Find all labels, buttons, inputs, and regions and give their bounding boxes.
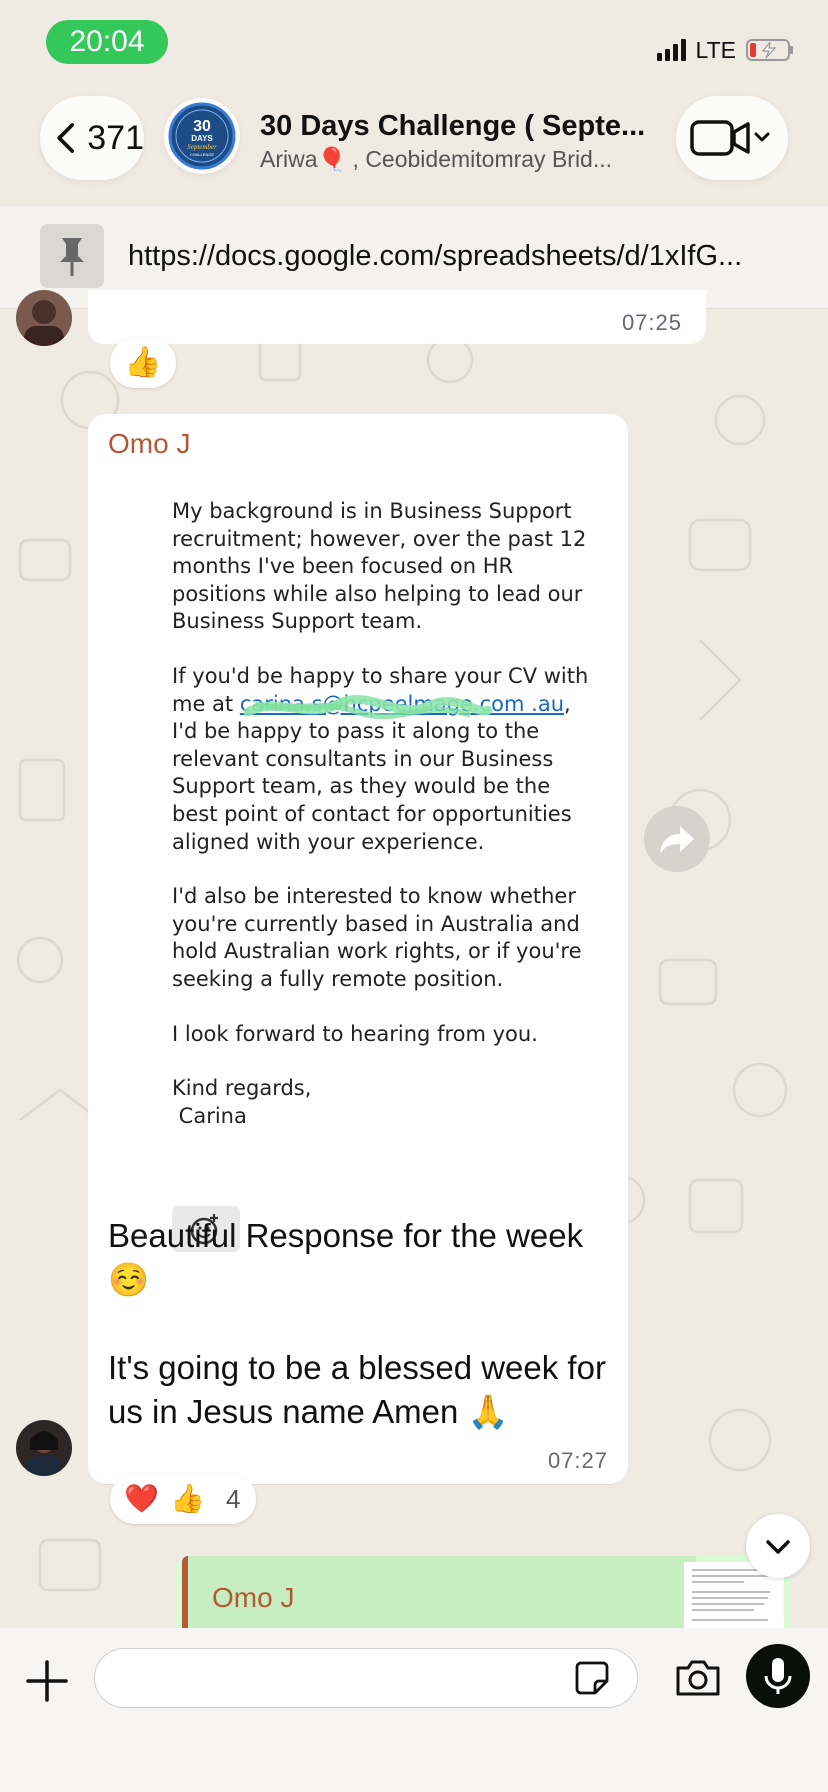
signal-icon [656,39,686,61]
message-composer [0,1628,828,1792]
thumbs-up-reaction: 👍 [170,1483,205,1514]
email-paragraph: I look forward to hearing from you. [172,1021,538,1046]
message-line: Beautiful Response for the week ☺️ [108,1217,584,1298]
battery-icon [746,39,793,61]
group-members[interactable]: Ariwa🎈 , Ceobidemitomray Brid... [260,146,660,173]
avatar-text-challenge: CHALLENGE [190,152,215,157]
email-signoff: Kind regards, Carina [172,1075,602,1130]
avatar-text-days: DAYS [191,134,213,143]
quoted-sender: Omo J [212,1582,295,1613]
message-text: Beautiful Response for the week ☺️ It's … [108,1214,608,1434]
message-reaction[interactable]: 👍 [110,338,176,388]
heart-reaction: ❤️ [124,1483,159,1514]
quoted-message[interactable]: Omo J [182,1556,696,1628]
avatar-text-30: 30 [193,118,211,135]
video-call-button[interactable] [676,96,788,180]
email-signoff-line: Carina [172,1103,247,1128]
forward-button[interactable] [644,806,710,872]
voice-message-button[interactable] [746,1644,810,1708]
plus-icon[interactable] [24,1658,70,1704]
message-input[interactable] [94,1648,638,1708]
outgoing-message-bubble[interactable]: Omo J [176,1556,790,1628]
image-attachment[interactable]: My background is in Business Support rec… [88,466,628,1252]
avatar-text-september: September [187,143,217,151]
unread-count: 371 [87,118,144,157]
chat-header: 371 30 DAYS September CHALLENGE 30 Days … [0,84,828,204]
message-bubble[interactable]: Omo J My background is in Business Suppo… [88,414,628,1484]
reaction-count: 4 [226,1484,241,1514]
previous-message-bubble[interactable]: 07:25 [88,290,706,344]
avatar[interactable] [16,290,72,346]
email-paragraph: I'd also be interested to know whether y… [172,884,582,991]
group-logo: 30 DAYS September CHALLENGE [168,102,236,170]
microphone-icon [764,1658,792,1694]
screenshot-email-text: My background is in Business Support rec… [172,498,602,1157]
scroll-to-bottom-button[interactable] [746,1514,810,1578]
message-line: It's going to be a blessed week for us i… [108,1349,606,1430]
network-type: LTE [695,36,736,63]
avatar[interactable] [16,1420,72,1476]
sender-name[interactable]: Omo J [108,428,190,460]
redaction-scribble [243,694,493,720]
message-time: 07:25 [621,310,682,335]
chevron-down-icon [754,132,770,142]
chevron-left-icon [57,123,75,153]
pin-icon [40,224,104,288]
group-avatar[interactable]: 30 DAYS September CHALLENGE [164,98,240,174]
message-reactions[interactable]: ❤️ 👍 4 [110,1474,256,1524]
video-camera-icon [690,120,770,156]
camera-icon[interactable] [674,1656,722,1698]
back-button[interactable]: 371 [40,96,144,180]
chevron-down-icon [766,1540,790,1554]
message-time: 07:27 [547,1448,608,1473]
pinned-url[interactable]: https://docs.google.com/spreadsheets/d/1… [128,240,798,273]
status-time: 20:04 [46,20,168,64]
forward-icon [660,826,694,854]
status-indicators: LTE [656,34,794,66]
email-signoff-line: Kind regards, [172,1076,312,1101]
email-paragraph: My background is in Business Support rec… [172,499,587,634]
group-title[interactable]: 30 Days Challenge ( Septe... [260,110,660,143]
sticker-icon[interactable] [573,1659,611,1697]
